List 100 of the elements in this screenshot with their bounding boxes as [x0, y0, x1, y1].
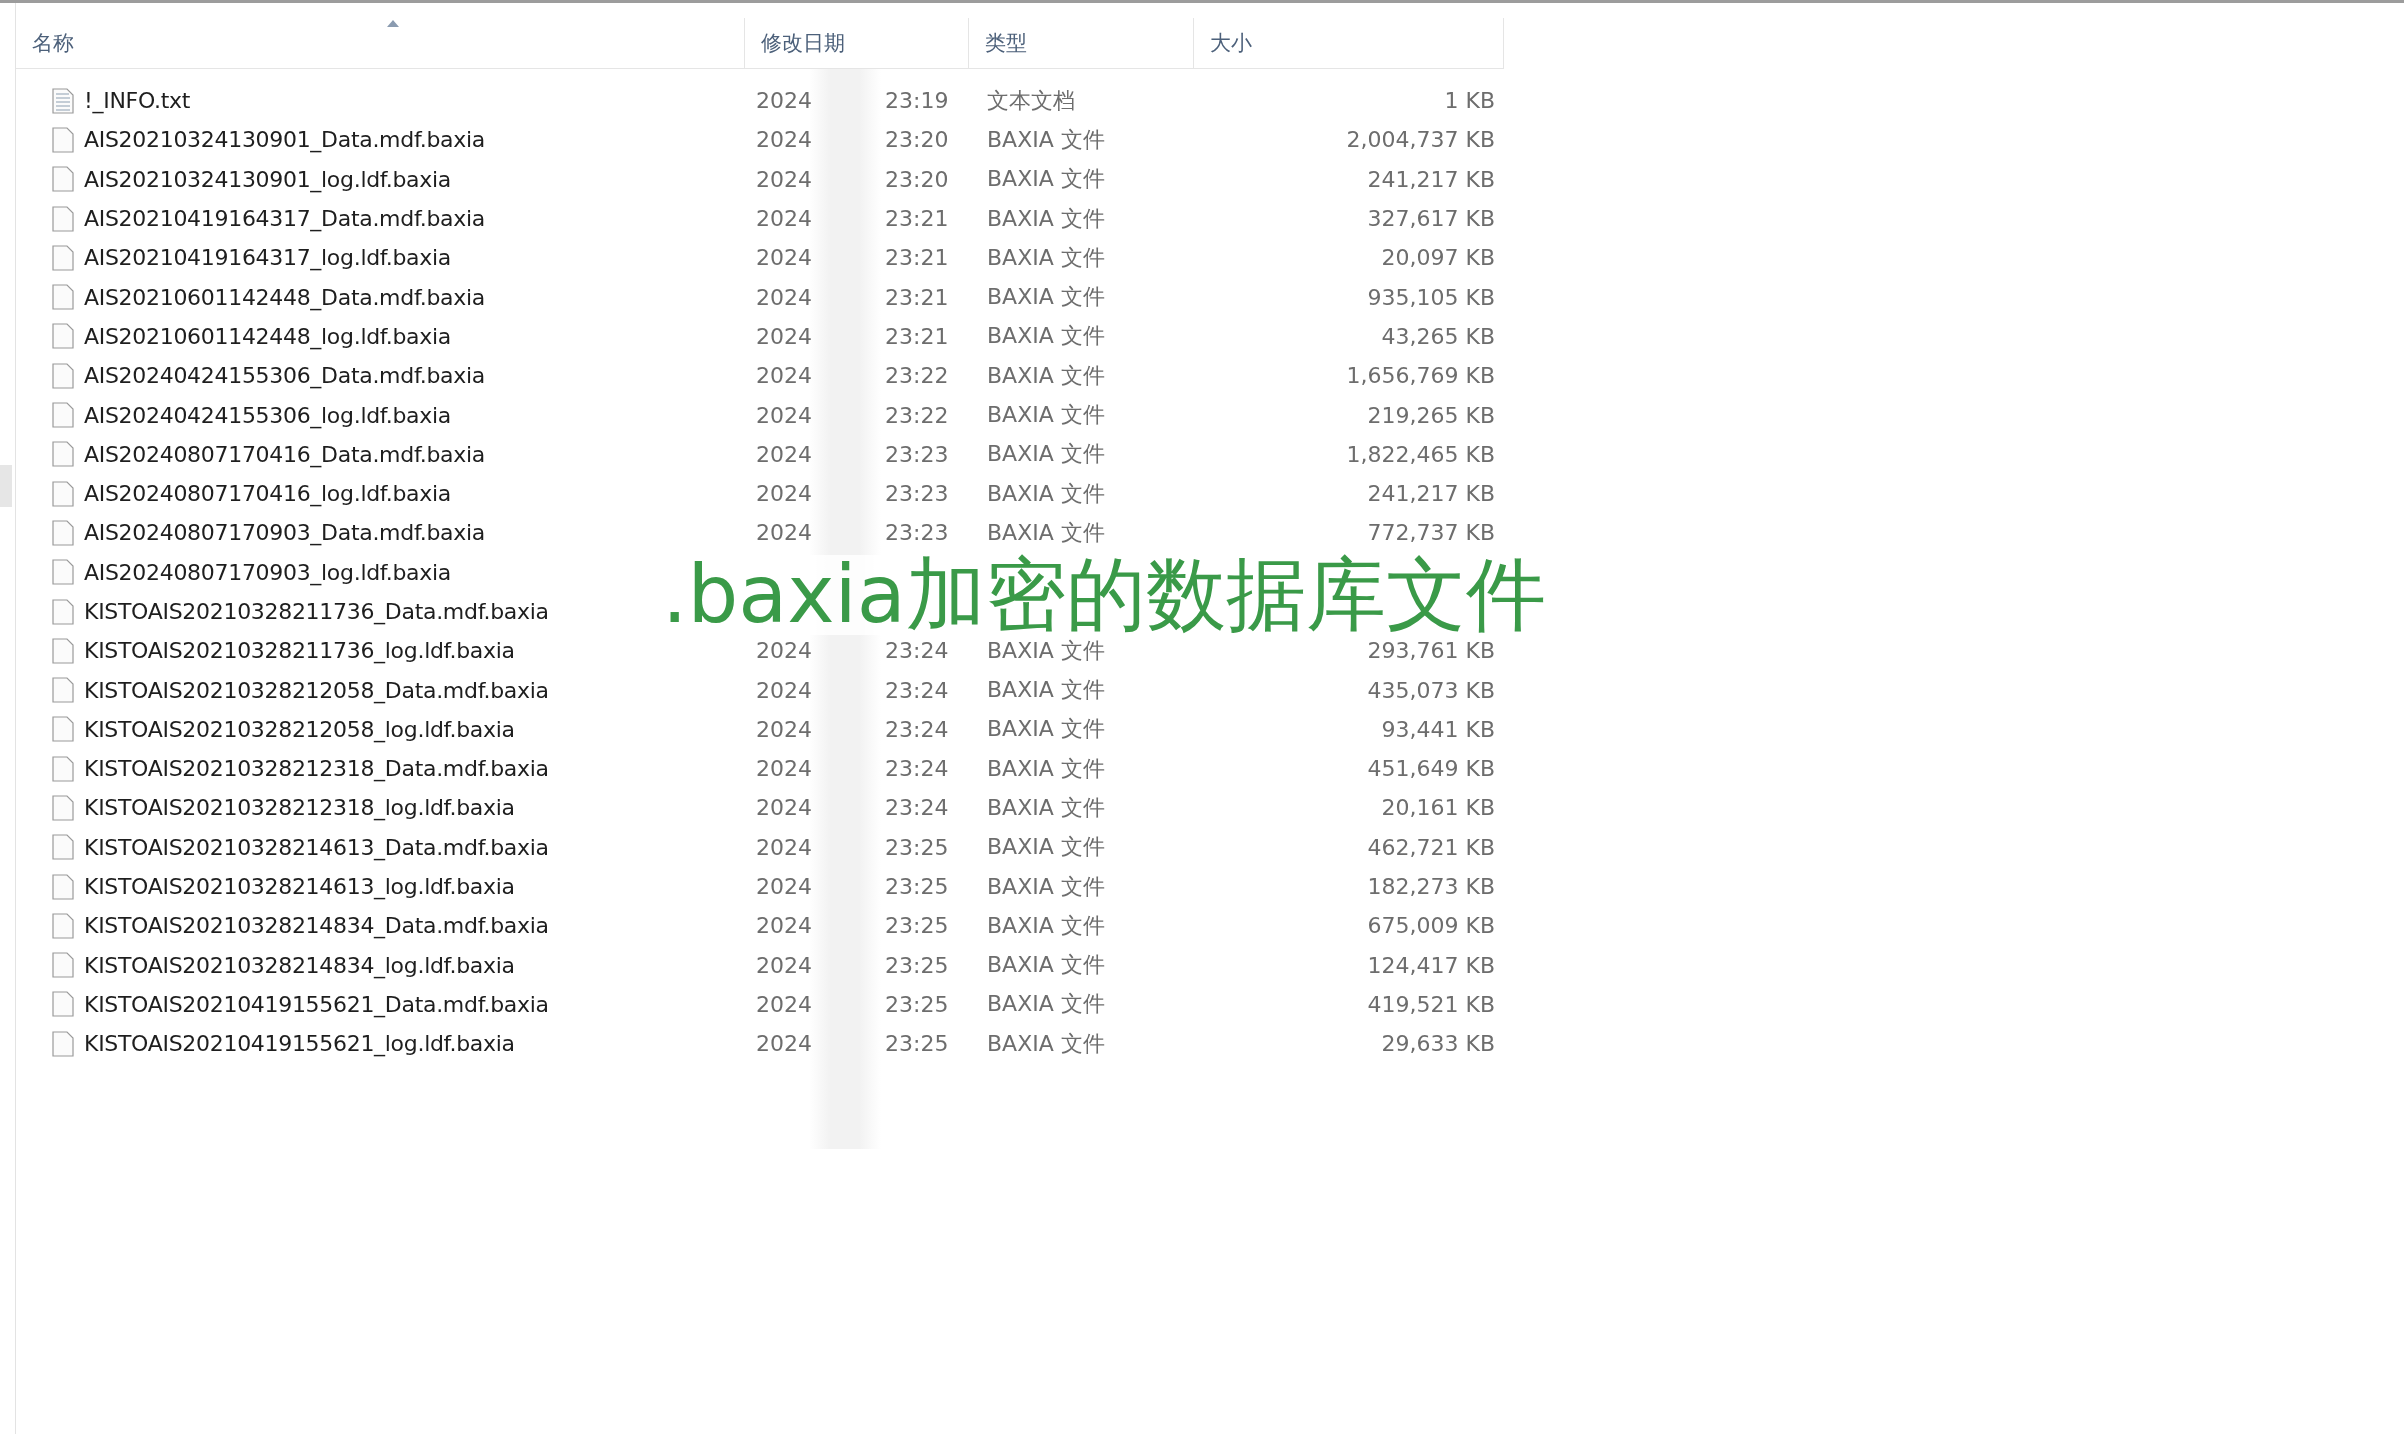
- date-year: 2024: [756, 323, 813, 349]
- date-year: 2024: [756, 756, 813, 782]
- date-year: 2024: [756, 245, 813, 271]
- date-year: 2024: [756, 284, 813, 310]
- date-time: 23:23: [885, 520, 949, 546]
- file-size: 935,105 KB: [1367, 284, 1495, 310]
- file-size: 451,649 KB: [1367, 756, 1495, 782]
- file-type: BAXIA 文件: [987, 323, 1105, 349]
- file-icon: [52, 402, 74, 428]
- file-name[interactable]: KISTOAIS20210419155621_log.ldf.baxia: [84, 1031, 515, 1057]
- file-type: BAXIA 文件: [987, 637, 1105, 663]
- file-size: 462,721 KB: [1367, 834, 1495, 860]
- file-type: BAXIA 文件: [987, 519, 1105, 545]
- file-size: 241,217 KB: [1367, 166, 1495, 192]
- column-header[interactable]: 名称: [16, 18, 745, 68]
- file-name[interactable]: AIS20210419164317_log.ldf.baxia: [84, 245, 451, 271]
- date-time: 23:25: [885, 913, 949, 939]
- file-type: BAXIA 文件: [987, 441, 1105, 467]
- scrollbar-thumb[interactable]: [0, 465, 12, 507]
- file-name[interactable]: KISTOAIS20210328211736_log.ldf.baxia: [84, 638, 515, 664]
- file-name[interactable]: KISTOAIS20210328212318_log.ldf.baxia: [84, 795, 515, 821]
- file-name[interactable]: AIS20210419164317_Data.mdf.baxia: [84, 206, 485, 232]
- file-icon: [52, 480, 74, 507]
- file-type: BAXIA 文件: [987, 244, 1105, 270]
- file-name[interactable]: KISTOAIS20210328214834_Data.mdf.baxia: [84, 913, 549, 939]
- file-size: 20,161 KB: [1381, 795, 1495, 821]
- file-type: BAXIA 文件: [987, 402, 1105, 427]
- file-type: 文本文档: [987, 87, 1075, 113]
- file-name[interactable]: KISTOAIS20210419155621_Data.mdf.baxia: [84, 991, 549, 1017]
- file-size: 219,265 KB: [1367, 402, 1495, 428]
- file-icon: [52, 323, 74, 350]
- date-time: 23:23: [885, 441, 949, 467]
- file-name[interactable]: KISTOAIS20210328212058_log.ldf.baxia: [84, 716, 515, 742]
- file-type: BAXIA 文件: [987, 362, 1105, 388]
- file-name[interactable]: AIS20210324130901_Data.mdf.baxia: [84, 127, 485, 153]
- file-type: BAXIA 文件: [987, 205, 1105, 231]
- file-name[interactable]: KISTOAIS20210328214834_log.ldf.baxia: [84, 952, 515, 978]
- date-year: 2024: [756, 991, 813, 1017]
- date-time: 23:25: [885, 991, 949, 1017]
- date-time: 23:25: [885, 834, 949, 860]
- file-name[interactable]: AIS20240424155306_log.ldf.baxia: [84, 402, 451, 428]
- column-header[interactable]: 类型: [969, 18, 1195, 68]
- file-name[interactable]: KISTOAIS20210328212058_Data.mdf.baxia: [84, 677, 549, 703]
- file-icon: [52, 519, 74, 546]
- file-name[interactable]: AIS20240807170903_Data.mdf.baxia: [84, 520, 485, 546]
- file-size: 1 KB: [1444, 88, 1495, 114]
- file-icon: [52, 362, 74, 389]
- date-year: 2024: [756, 834, 813, 860]
- file-size: 20,097 KB: [1381, 245, 1495, 271]
- file-icon: [52, 598, 74, 625]
- file-icon: [52, 441, 74, 468]
- file-icon: [52, 952, 74, 979]
- file-type: BAXIA 文件: [987, 677, 1105, 703]
- date-time: 23:25: [885, 874, 949, 900]
- date-year: 2024: [756, 1031, 813, 1057]
- file-name[interactable]: AIS20240807170903_log.ldf.baxia: [84, 559, 451, 585]
- date-year: 2024: [756, 127, 813, 153]
- file-type: BAXIA 文件: [987, 991, 1105, 1017]
- file-name[interactable]: KISTOAIS20210328211736_Data.mdf.baxia: [84, 599, 549, 624]
- file-name[interactable]: AIS20210324130901_log.ldf.baxia: [84, 166, 451, 192]
- file-size: 772,737 KB: [1367, 520, 1495, 546]
- file-name[interactable]: AIS20240807170416_log.ldf.baxia: [84, 481, 451, 507]
- file-size: 2,004,737 KB: [1346, 127, 1495, 153]
- date-time: 23:20: [885, 166, 949, 192]
- file-name[interactable]: AIS20210601142448_Data.mdf.baxia: [84, 284, 485, 310]
- file-icon: [52, 1030, 74, 1057]
- text-file-icon: [52, 87, 74, 114]
- file-name[interactable]: !_INFO.txt: [84, 88, 191, 114]
- file-size: 1,822,465 KB: [1346, 441, 1495, 467]
- file-type: BAXIA 文件: [987, 795, 1105, 820]
- file-type: BAXIA 文件: [987, 284, 1105, 310]
- file-size: 293,761 KB: [1367, 638, 1495, 664]
- date-time: 23:21: [885, 206, 949, 232]
- date-time: 23:24: [885, 677, 949, 703]
- file-size: 419,521 KB: [1367, 991, 1495, 1017]
- file-type: BAXIA 文件: [987, 716, 1105, 742]
- sort-arrow-icon: [387, 20, 399, 27]
- date-year: 2024: [756, 716, 813, 742]
- date-time: 23:25: [885, 952, 949, 978]
- date-year: 2024: [756, 520, 813, 546]
- column-header[interactable]: 大小: [1194, 18, 1503, 68]
- file-type: BAXIA 文件: [987, 126, 1105, 152]
- file-size: 675,009 KB: [1367, 913, 1495, 939]
- date-time: 23:24: [885, 638, 949, 664]
- date-year: 2024: [756, 363, 813, 389]
- file-icon: [52, 284, 74, 311]
- file-type: BAXIA 文件: [987, 480, 1105, 506]
- file-name[interactable]: KISTOAIS20210328214613_log.ldf.baxia: [84, 874, 515, 900]
- file-name[interactable]: KISTOAIS20210328214613_Data.mdf.baxia: [84, 834, 549, 860]
- date-time: 23:21: [885, 245, 949, 271]
- file-type: BAXIA 文件: [987, 166, 1105, 192]
- file-name[interactable]: AIS20210601142448_log.ldf.baxia: [84, 323, 451, 349]
- file-name[interactable]: AIS20240424155306_Data.mdf.baxia: [84, 363, 485, 389]
- file-name[interactable]: KISTOAIS20210328212318_Data.mdf.baxia: [84, 756, 549, 782]
- file-name[interactable]: AIS20240807170416_Data.mdf.baxia: [84, 441, 485, 467]
- date-year: 2024: [756, 206, 813, 232]
- column-header[interactable]: 修改日期: [744, 18, 970, 68]
- file-icon: [52, 166, 74, 193]
- date-time: 23:21: [885, 284, 949, 310]
- file-icon: [52, 795, 74, 821]
